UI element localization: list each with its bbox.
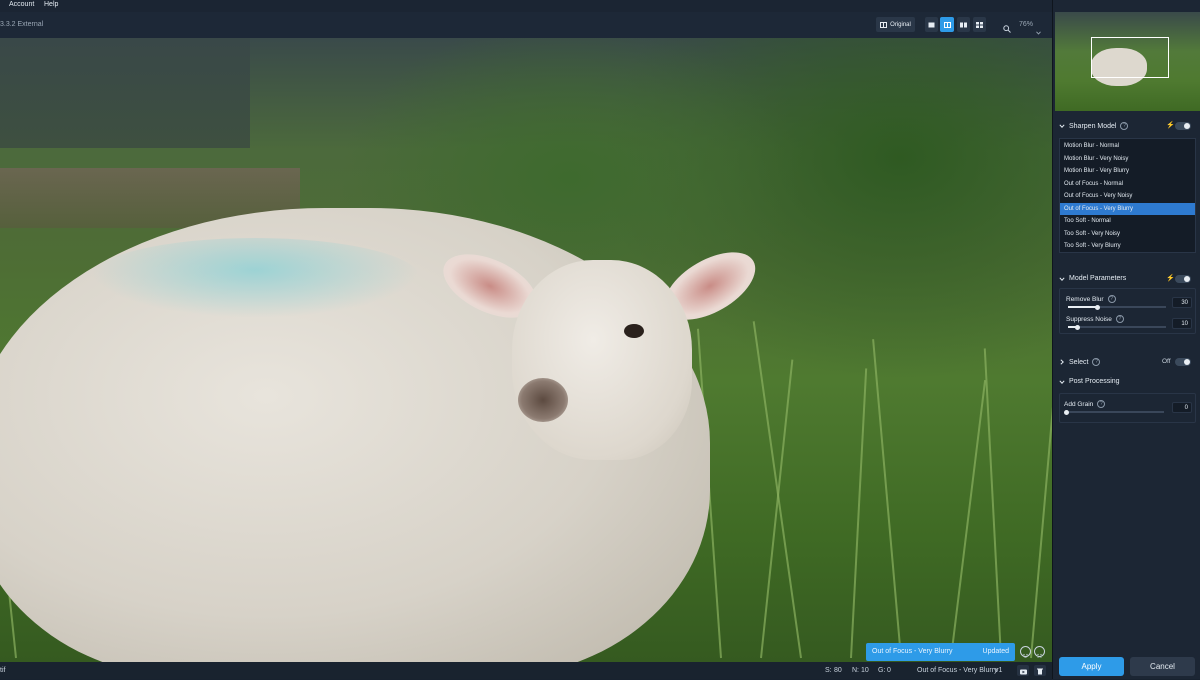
original-toggle-button[interactable]: Original [876,17,915,32]
help-icon[interactable]: ? [1092,358,1101,366]
sharpen-model-header[interactable]: Sharpen Model ? [1059,122,1129,130]
model-item[interactable]: Too Soft - Normal [1060,215,1195,227]
frown-icon[interactable] [1034,646,1045,658]
select-header[interactable]: Select ? [1059,358,1101,366]
side-panel: Sharpen Model ? ⚡ Motion Blur - Normal M… [1052,0,1200,679]
model-item[interactable]: Too Soft - Very Blurry [1060,240,1195,252]
slider-fill [1068,306,1098,308]
chevron-right-icon [1059,359,1065,365]
sharpen-model-title: Sharpen Model [1069,122,1117,130]
menubar: Account Help [0,0,1200,12]
bottom-model-name: Out of Focus - Very Blurry [917,667,998,674]
apply-button[interactable]: Apply [1059,657,1124,676]
split-view-button[interactable] [940,17,954,32]
s-value: 80 [834,667,842,674]
menu-help[interactable]: Help [44,1,58,8]
post-processing-title: Post Processing [1069,378,1120,385]
preview-button[interactable] [1017,665,1029,676]
model-list: Motion Blur - Normal Motion Blur - Very … [1059,138,1196,253]
menu-account[interactable]: Account [9,1,34,8]
delete-button[interactable] [1034,665,1046,676]
g-label: G: [878,667,886,674]
single-view-button[interactable] [925,17,938,32]
add-grain-label: Add Grain ? [1064,400,1106,408]
post-processing-box: Add Grain ? 0 [1059,393,1196,423]
model-item-selected[interactable]: Out of Focus - Very Blurry [1060,202,1195,215]
post-processing-header[interactable]: Post Processing [1059,378,1120,385]
slider-knob[interactable] [1063,409,1069,415]
model-parameters-toggle[interactable] [1175,275,1191,283]
suppress-noise-value[interactable]: 10 [1172,318,1192,329]
add-grain-slider[interactable] [1063,409,1164,415]
preview-icon [1019,662,1027,680]
sheep-dye-mark [90,238,420,318]
slider-knob[interactable] [1075,324,1081,330]
select-toggle-label: Off [1162,358,1171,365]
add-grain-text: Add Grain [1064,400,1094,408]
navigator-thumbnail[interactable] [1055,12,1200,111]
model-item[interactable]: Motion Blur - Very Blurry [1060,165,1195,177]
status-updated: Updated [982,648,1009,655]
remove-blur-label: Remove Blur ? [1066,295,1116,303]
navigator-viewport-box[interactable] [1091,37,1169,78]
zoom-level[interactable]: 76% [1019,21,1033,28]
sheep-eye [624,324,644,338]
model-item[interactable]: Out of Focus - Very Noisy [1060,190,1195,202]
model-parameters-header[interactable]: Model Parameters [1059,275,1126,282]
background-hill [0,38,250,148]
chevron-down-icon [1059,379,1065,385]
chevron-down-icon [1059,276,1065,282]
toolbar: 3.3.2 External Original 76% [0,12,1052,38]
model-parameters-box: Remove Blur ? 30 Suppress Noise ? 10 [1059,288,1196,334]
g-value: 0 [887,667,891,674]
add-grain-value[interactable]: 0 [1172,402,1192,413]
trash-icon [1037,662,1043,680]
s-label: S: [825,667,832,674]
cancel-button[interactable]: Cancel [1130,657,1195,676]
model-item[interactable]: Too Soft - Very Noisy [1060,228,1195,240]
n-label: N: [852,667,859,674]
sheep-head [512,260,692,460]
suppress-noise-label: Suppress Noise ? [1066,315,1124,323]
preview-status-chip: Out of Focus - Very Blurry Updated [866,643,1015,661]
help-icon[interactable]: ? [1115,315,1124,323]
select-toggle[interactable] [1175,358,1191,366]
suppress-noise-text: Suppress Noise [1066,315,1112,323]
remove-blur-text: Remove Blur [1066,295,1104,303]
lightning-icon: ⚡ [1166,122,1175,129]
model-parameters-title: Model Parameters [1069,275,1127,282]
n-value: 10 [861,667,869,674]
model-item[interactable]: Motion Blur - Very Noisy [1060,153,1195,165]
help-icon[interactable]: ? [1107,295,1116,303]
suppress-noise-slider[interactable] [1068,324,1166,330]
slider-knob[interactable] [1094,304,1100,310]
remove-blur-slider[interactable] [1068,304,1166,310]
bottom-bar: tif S: 80 N: 10 G: 0 Out of Focus - Very… [0,662,1052,679]
window-title: 3.3.2 External [0,21,44,28]
help-icon[interactable]: ? [1097,400,1106,408]
remove-blur-value[interactable]: 30 [1172,297,1192,308]
lightning-icon: ⚡ [1166,275,1175,282]
sharpen-model-toggle[interactable] [1175,122,1191,130]
original-label: Original [890,21,911,28]
side-by-side-view-button[interactable] [957,17,970,32]
model-item[interactable]: Out of Focus - Normal [1060,178,1195,190]
version-label: v1 [995,667,1003,674]
preview-canvas[interactable] [0,38,1052,662]
select-title: Select [1069,358,1089,366]
chevron-down-icon [1059,123,1065,129]
smile-icon[interactable] [1020,646,1031,658]
model-item[interactable]: Motion Blur - Normal [1060,140,1195,152]
compare-icon [880,21,888,28]
zoom-icon[interactable] [1003,20,1011,38]
help-icon[interactable]: ? [1120,122,1129,130]
quad-view-button[interactable] [973,17,986,32]
status-model-name: Out of Focus - Very Blurry [872,648,953,655]
sheep-nose [518,378,568,422]
filename: tif [0,667,6,674]
